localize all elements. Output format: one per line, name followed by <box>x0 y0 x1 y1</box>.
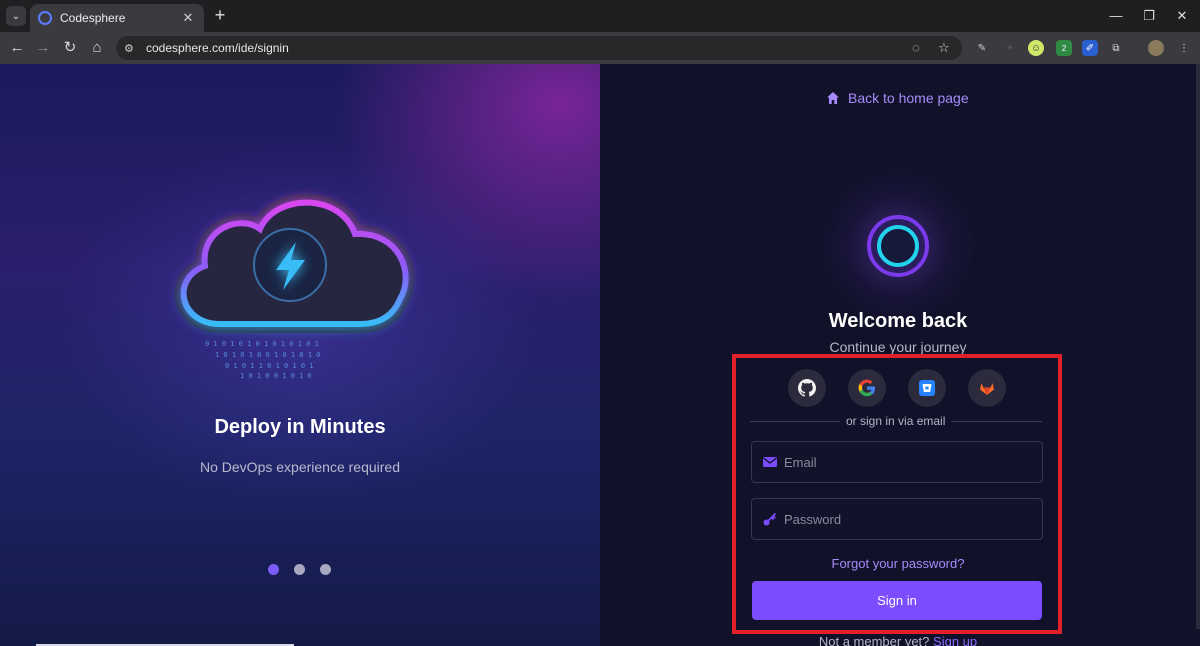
extension-badge: 2 <box>1061 43 1067 53</box>
google-login-button[interactable] <box>848 369 886 407</box>
divider-text: or sign in via email <box>840 414 952 428</box>
smiley-extension-icon[interactable]: ☺ <box>1028 40 1044 56</box>
back-link-label: Back to home page <box>848 90 969 106</box>
forgot-password-link[interactable]: Forgot your password? <box>600 556 1196 571</box>
binary-row: 1 0 1 0 0 1 0 1 0 <box>240 372 312 380</box>
site-info-icon[interactable]: ⚙ <box>124 42 142 55</box>
puzzle-dark-extension-icon[interactable]: ✦ <box>1002 40 1018 56</box>
close-tab-icon[interactable]: ✕ <box>180 10 196 26</box>
browser-tab[interactable]: Codesphere ✕ <box>30 4 204 32</box>
sign-in-button[interactable]: Sign in <box>752 581 1042 620</box>
minimize-icon[interactable]: — <box>1104 6 1128 26</box>
password-input[interactable] <box>784 511 1024 527</box>
binary-row: 0 1 0 1 1 0 1 0 1 0 1 <box>225 362 314 370</box>
browser-tabbar: ⌄ Codesphere ✕ + — ❐ ✕ <box>0 0 1200 32</box>
address-url: codesphere.com/ide/signin <box>146 41 289 55</box>
signin-page: 0 1 0 1 0 1 0 1 0 1 0 1 0 1 1 0 1 0 1 0 … <box>0 64 1200 646</box>
back-to-home-link[interactable]: Back to home page <box>826 90 969 106</box>
home-browser-icon[interactable]: ⌂ <box>86 38 108 58</box>
codesphere-favicon-icon <box>38 11 52 25</box>
github-icon <box>798 379 816 397</box>
carousel-dot-1[interactable] <box>268 564 279 575</box>
close-window-icon[interactable]: ✕ <box>1170 6 1194 26</box>
social-login-row <box>788 369 1006 407</box>
new-tab-button[interactable]: + <box>210 6 230 26</box>
cloud-lightning-illustration: 0 1 0 1 0 1 0 1 0 1 0 1 0 1 1 0 1 0 1 0 … <box>174 193 415 380</box>
home-icon <box>827 92 839 104</box>
back-arrow-icon[interactable]: ← <box>6 38 28 58</box>
address-bar[interactable]: ⚙ codesphere.com/ide/signin ◌ ☆ <box>116 36 962 60</box>
slide-subtitle: No DevOps experience required <box>200 459 400 475</box>
tab-search-button[interactable]: ⌄ <box>6 6 26 26</box>
slide-title: Deploy in Minutes <box>214 416 386 438</box>
google-icon <box>858 379 875 397</box>
carousel-dot-2[interactable] <box>294 564 305 575</box>
bookmark-star-icon[interactable]: ☆ <box>938 40 950 56</box>
password-field-wrapper <box>751 498 1043 540</box>
codesphere-logo-icon <box>867 215 929 277</box>
tab-title: Codesphere <box>60 11 126 25</box>
bitbucket-login-button[interactable] <box>908 369 946 407</box>
feature-carousel: 0 1 0 1 0 1 0 1 0 1 0 1 0 1 1 0 1 0 1 0 … <box>0 64 600 646</box>
email-icon <box>763 457 777 467</box>
restore-icon[interactable]: ❐ <box>1137 6 1161 26</box>
eye-off-icon[interactable]: ◌ <box>912 40 920 55</box>
eyedropper-extension-icon[interactable]: ✎ <box>974 40 990 56</box>
carousel-dots <box>268 564 331 575</box>
gitlab-icon <box>980 383 994 395</box>
extensions-puzzle-icon[interactable]: ⧉ <box>1108 40 1124 56</box>
welcome-subtitle: Continue your journey <box>829 339 967 355</box>
email-field-wrapper <box>751 441 1043 483</box>
binary-row: 0 1 0 1 0 1 0 1 0 1 0 1 0 1 <box>205 340 319 348</box>
green-extension-icon[interactable]: 2 <box>1056 40 1072 56</box>
sign-up-link[interactable]: Sign up <box>933 634 977 646</box>
carousel-dot-3[interactable] <box>320 564 331 575</box>
member-text: Not a member yet? <box>818 634 930 646</box>
welcome-heading: Welcome back <box>828 310 968 332</box>
signup-prompt: Not a member yet? Sign up <box>600 634 1196 646</box>
scrollbar-thumb[interactable] <box>1196 64 1200 629</box>
github-login-button[interactable] <box>788 369 826 407</box>
bitbucket-icon <box>919 380 935 396</box>
browser-toolbar: ← → ↻ ⌂ ⚙ codesphere.com/ide/signin ◌ ☆ … <box>0 32 1200 64</box>
signin-panel: Back to home page Welcome back Continue … <box>600 64 1200 646</box>
profile-avatar[interactable] <box>1148 40 1164 56</box>
email-input[interactable] <box>784 454 1024 470</box>
key-icon <box>763 513 776 526</box>
menu-kebab-icon[interactable]: ⋮ <box>1176 40 1192 56</box>
forward-arrow-icon[interactable]: → <box>32 38 54 58</box>
blue-extension-icon[interactable]: ✐ <box>1082 40 1098 56</box>
gitlab-login-button[interactable] <box>968 369 1006 407</box>
binary-row: 1 0 1 0 1 0 0 1 0 1 0 1 0 <box>215 351 320 359</box>
reload-icon[interactable]: ↻ <box>59 38 81 58</box>
